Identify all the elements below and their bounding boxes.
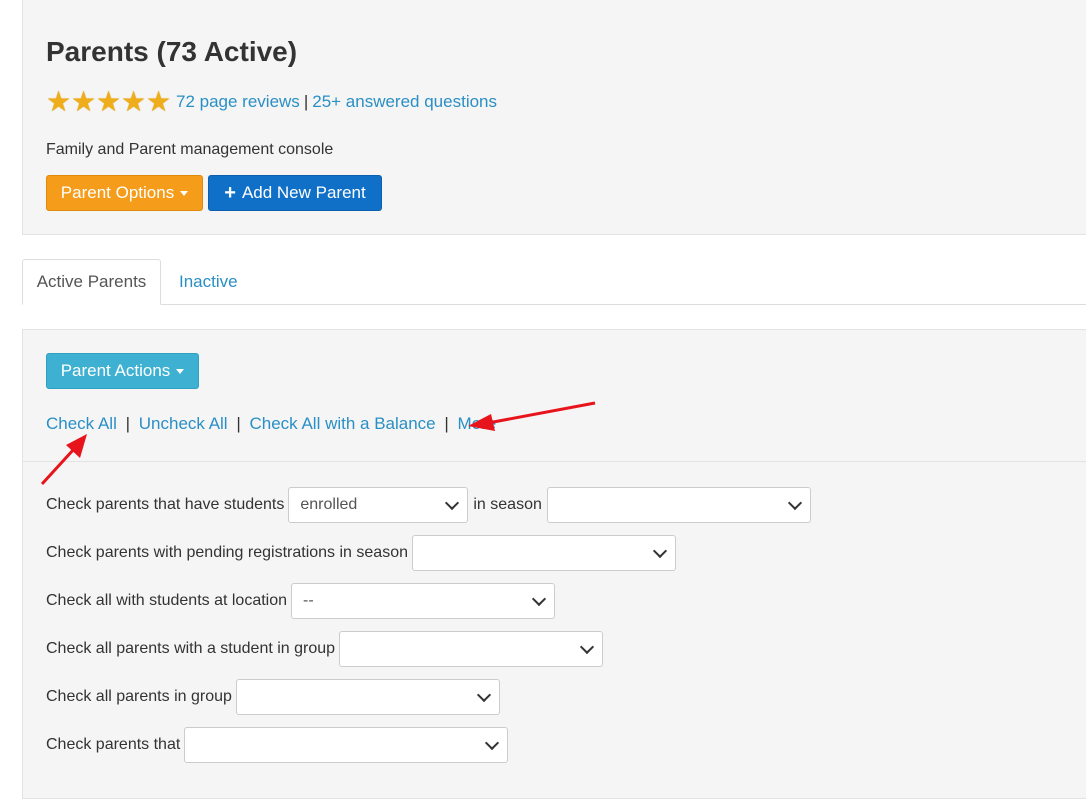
check-all-link[interactable]: Check All <box>46 414 117 433</box>
check-all-with-balance-link[interactable]: Check All with a Balance <box>249 414 435 433</box>
rating-row: ★ ★ ★ ★ ★ 72 page reviews | 25+ answered… <box>46 86 497 117</box>
caret-down-icon <box>176 368 185 374</box>
parent-actions-label: Parent Actions <box>60 361 171 380</box>
filter-group-row: Check all parents in group <box>46 679 500 715</box>
filter-student-group-label: Check all parents with a student in grou… <box>46 640 336 657</box>
uncheck-all-link[interactable]: Uncheck All <box>139 414 228 433</box>
parent-options-button[interactable]: Parent Options <box>46 175 203 211</box>
chevron-down-icon <box>476 687 491 703</box>
star-icon: ★ <box>146 86 172 117</box>
chevron-down-icon <box>485 735 500 751</box>
filter-students-row: Check parents that have students enrolle… <box>46 487 811 523</box>
star-icon: ★ <box>71 86 97 117</box>
link-separator: | <box>444 414 449 433</box>
star-icon: ★ <box>46 86 72 117</box>
check-links: Check All | Uncheck All | Check All with… <box>46 414 496 434</box>
chevron-down-icon <box>787 495 802 511</box>
enrollment-status-value: enrolled <box>300 496 358 513</box>
filter-that-label: Check parents that <box>46 736 181 753</box>
chevron-down-icon <box>445 495 460 511</box>
reviews-link[interactable]: 72 page reviews <box>176 92 300 112</box>
location-value: -- <box>303 592 314 609</box>
page-subtitle: Family and Parent management console <box>46 141 334 158</box>
caret-down-icon <box>180 190 189 196</box>
tab-inactive[interactable]: Inactive <box>179 259 238 305</box>
filter-student-group-row: Check all parents with a student in grou… <box>46 631 604 667</box>
more-link[interactable]: More <box>458 414 497 433</box>
student-group-select[interactable] <box>339 631 604 667</box>
filter-students-label: Check parents that have students <box>46 496 285 513</box>
chevron-down-icon <box>652 543 668 559</box>
parent-group-select[interactable] <box>235 679 500 715</box>
season-select[interactable] <box>546 487 811 523</box>
page-title: Parents (73 Active) <box>46 36 298 67</box>
star-icon: ★ <box>121 86 147 117</box>
add-new-parent-button[interactable]: + Add New Parent <box>208 175 382 211</box>
filter-pending-label: Check parents with pending registrations… <box>46 544 408 561</box>
tab-active-parents[interactable]: Active Parents <box>22 259 161 305</box>
link-separator: | <box>236 414 241 433</box>
pending-season-select[interactable] <box>411 535 676 571</box>
add-new-parent-label: Add New Parent <box>241 183 366 202</box>
parent-options-label: Parent Options <box>60 183 175 202</box>
enrollment-status-select[interactable]: enrolled <box>288 487 469 523</box>
location-select[interactable]: -- <box>291 583 556 619</box>
filter-that-row: Check parents that <box>46 727 509 763</box>
filter-location-label: Check all with students at location <box>46 592 288 609</box>
link-separator: | <box>125 414 131 433</box>
section-divider <box>22 461 1086 462</box>
chevron-down-icon <box>579 639 595 655</box>
rating-separator: | <box>303 92 309 111</box>
parent-criteria-select[interactable] <box>184 727 509 763</box>
filter-location-row: Check all with students at location -- <box>46 583 556 619</box>
star-icon: ★ <box>96 86 122 117</box>
questions-link[interactable]: 25+ answered questions <box>312 92 497 112</box>
plus-icon: + <box>224 182 236 204</box>
filter-pending-row: Check parents with pending registrations… <box>46 535 676 571</box>
chevron-down-icon <box>531 591 547 607</box>
filter-group-label: Check all parents in group <box>46 688 232 705</box>
in-season-label: in season <box>473 496 542 513</box>
parent-actions-button[interactable]: Parent Actions <box>46 353 199 389</box>
